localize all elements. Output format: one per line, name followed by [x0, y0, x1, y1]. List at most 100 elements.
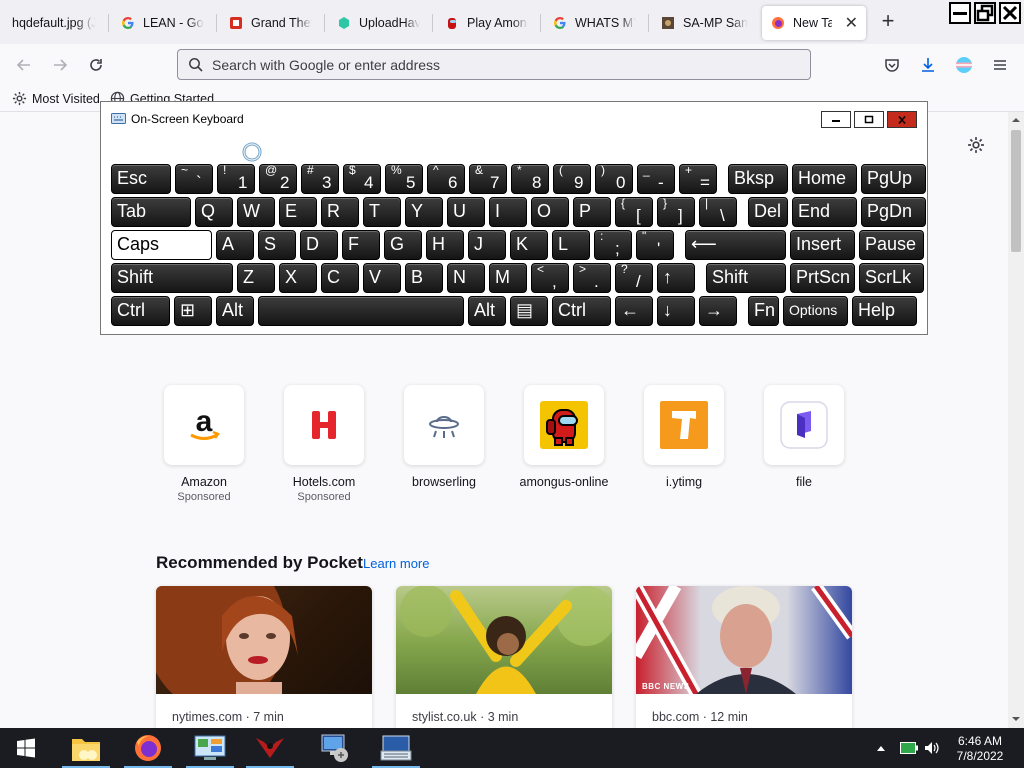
key-r2k10[interactable]: :; — [594, 229, 632, 260]
pocket-learn-more-link[interactable]: Learn more — [363, 556, 429, 571]
scrollbar-thumb[interactable] — [1011, 130, 1021, 252]
key-3[interactable]: #3 — [301, 163, 339, 194]
key-k[interactable]: K — [510, 230, 548, 260]
shortcut-hotels[interactable]: Hotels.com Sponsored — [284, 385, 364, 503]
key-e[interactable]: E — [279, 197, 317, 227]
key-end[interactable]: End — [792, 197, 857, 227]
key-r4k1[interactable]: ⊞ — [174, 296, 212, 326]
reload-button[interactable] — [84, 53, 108, 77]
pocket-story-card[interactable]: stylist.co.uk · 3 min — [396, 586, 612, 728]
battery-icon[interactable] — [900, 742, 918, 754]
close-tab-icon[interactable]: ✕ — [845, 13, 858, 33]
shortcut-ytimg[interactable]: i.ytimg — [644, 385, 724, 489]
key-5[interactable]: % 5 — [385, 163, 423, 194]
osk-titlebar[interactable]: On-Screen Keyboard — [101, 102, 927, 130]
key-s[interactable]: S — [258, 230, 296, 260]
pocket-story-card[interactable]: BBC NEWS bbc.com · 12 min — [636, 586, 852, 728]
key-ctrl[interactable]: Ctrl — [552, 296, 611, 326]
on-screen-keyboard-window[interactable]: On-Screen Keyboard Esc ~ `! 1 @2 #3 $4% 5 ^ 6 & 7 * 8… — [100, 101, 928, 335]
taskbar-file-explorer[interactable] — [58, 728, 114, 768]
pocket-story-card[interactable]: nytimes.com · 7 min — [156, 586, 372, 728]
taskbar-firefox[interactable] — [120, 728, 176, 768]
key-help[interactable]: Help — [852, 296, 917, 326]
taskbar-control-panel[interactable] — [182, 728, 238, 768]
key-r0k12[interactable]: _ - — [637, 163, 675, 194]
key-r2k11[interactable]: " ' — [636, 229, 674, 260]
key-y[interactable]: Y — [405, 197, 443, 227]
key-8[interactable]: * 8 — [511, 163, 549, 194]
key-g[interactable]: G — [384, 230, 422, 260]
key-b[interactable]: B — [405, 263, 443, 293]
key-2[interactable]: @2 — [259, 163, 297, 194]
key-h[interactable]: H — [426, 230, 464, 260]
system-clock[interactable]: 6:46 AM 7/8/2022 — [940, 734, 1020, 764]
minimize-window-button[interactable] — [949, 2, 971, 24]
key-fn[interactable]: Fn — [748, 296, 779, 326]
osk-minimize-button[interactable] — [821, 111, 851, 128]
show-hidden-icons-icon[interactable] — [876, 744, 886, 752]
key-7[interactable]: & 7 — [469, 163, 507, 194]
key-r4k5[interactable]: ▤ — [510, 296, 548, 326]
key-0[interactable]: ) 0 — [595, 163, 633, 194]
shortcut-amazon[interactable]: a Amazon Sponsored — [164, 385, 244, 503]
forward-button[interactable] — [48, 53, 72, 77]
start-button[interactable] — [0, 728, 52, 768]
key-alt[interactable]: Alt — [216, 296, 254, 326]
key-r2k12[interactable]: ⟵ — [685, 230, 786, 260]
tab-new-tab[interactable]: New Tab ✕ — [762, 6, 866, 40]
key-prtscn[interactable]: PrtScn — [790, 263, 855, 293]
restore-window-button[interactable] — [974, 2, 996, 24]
key-insert[interactable]: Insert — [790, 230, 855, 260]
osk-close-button[interactable] — [887, 111, 917, 128]
key-9[interactable]: (9 — [553, 163, 591, 194]
key-r0k1[interactable]: ~ ` — [175, 163, 213, 194]
key-tab[interactable]: Tab — [111, 197, 191, 227]
key-x[interactable]: X — [279, 263, 317, 293]
key-o[interactable]: O — [531, 197, 569, 227]
taskbar-network[interactable] — [306, 728, 362, 768]
key-shift[interactable]: Shift — [706, 263, 786, 293]
key-z[interactable]: Z — [237, 263, 275, 293]
tab-among-us[interactable]: Play Among Us — [436, 6, 536, 40]
key-v[interactable]: V — [363, 263, 401, 293]
key-space[interactable] — [258, 296, 464, 326]
key-del[interactable]: Del — [748, 197, 788, 227]
key-r1k13[interactable]: | \ — [699, 196, 737, 227]
key-r4k9[interactable]: → — [699, 296, 737, 326]
address-bar[interactable] — [177, 49, 811, 80]
key-pause[interactable]: Pause — [859, 230, 924, 260]
key-options[interactable]: Options — [783, 296, 848, 326]
close-window-button[interactable] — [999, 2, 1021, 24]
shortcut-browserling[interactable]: browserling — [404, 385, 484, 489]
tab-samp[interactable]: SA-MP San Andreas — [652, 6, 756, 40]
key-m[interactable]: M — [489, 263, 527, 293]
key-4[interactable]: $4 — [343, 163, 381, 194]
key-a[interactable]: A — [216, 230, 254, 260]
key-r3k9[interactable]: >. — [573, 262, 611, 293]
key-j[interactable]: J — [468, 230, 506, 260]
tab-gta[interactable]: Grand Theft Auto — [220, 6, 320, 40]
key-d[interactable]: D — [300, 230, 338, 260]
taskbar-gta-sa[interactable] — [242, 728, 298, 768]
key-alt[interactable]: Alt — [468, 296, 506, 326]
key-r4k8[interactable]: ↓ — [657, 296, 695, 326]
key-r3k11[interactable]: ↑ — [657, 263, 695, 293]
personalize-gear-icon[interactable] — [967, 136, 985, 154]
key-w[interactable]: W — [237, 197, 275, 227]
tab-lean-google[interactable]: LEAN - Google Search — [112, 6, 212, 40]
key-r[interactable]: R — [321, 197, 359, 227]
key-1[interactable]: ! 1 — [217, 163, 255, 194]
back-button[interactable] — [12, 53, 36, 77]
key-pgdn[interactable]: PgDn — [861, 197, 926, 227]
key-p[interactable]: P — [573, 197, 611, 227]
pocket-button[interactable] — [880, 53, 904, 77]
tab-uploadhaven[interactable]: UploadHaven — [328, 6, 428, 40]
taskbar-on-screen-keyboard[interactable] — [368, 728, 424, 768]
tab-whats-my-ip[interactable]: WHATS MY IP — [544, 6, 644, 40]
tab-hqdefault[interactable]: hqdefault.jpg (JPEG Image — [4, 6, 104, 40]
key-shift[interactable]: Shift — [111, 263, 233, 293]
key-ctrl[interactable]: Ctrl — [111, 296, 170, 326]
key-r0k13[interactable]: + = — [679, 163, 717, 194]
osk-maximize-button[interactable] — [854, 111, 884, 128]
key-home[interactable]: Home — [792, 164, 857, 194]
